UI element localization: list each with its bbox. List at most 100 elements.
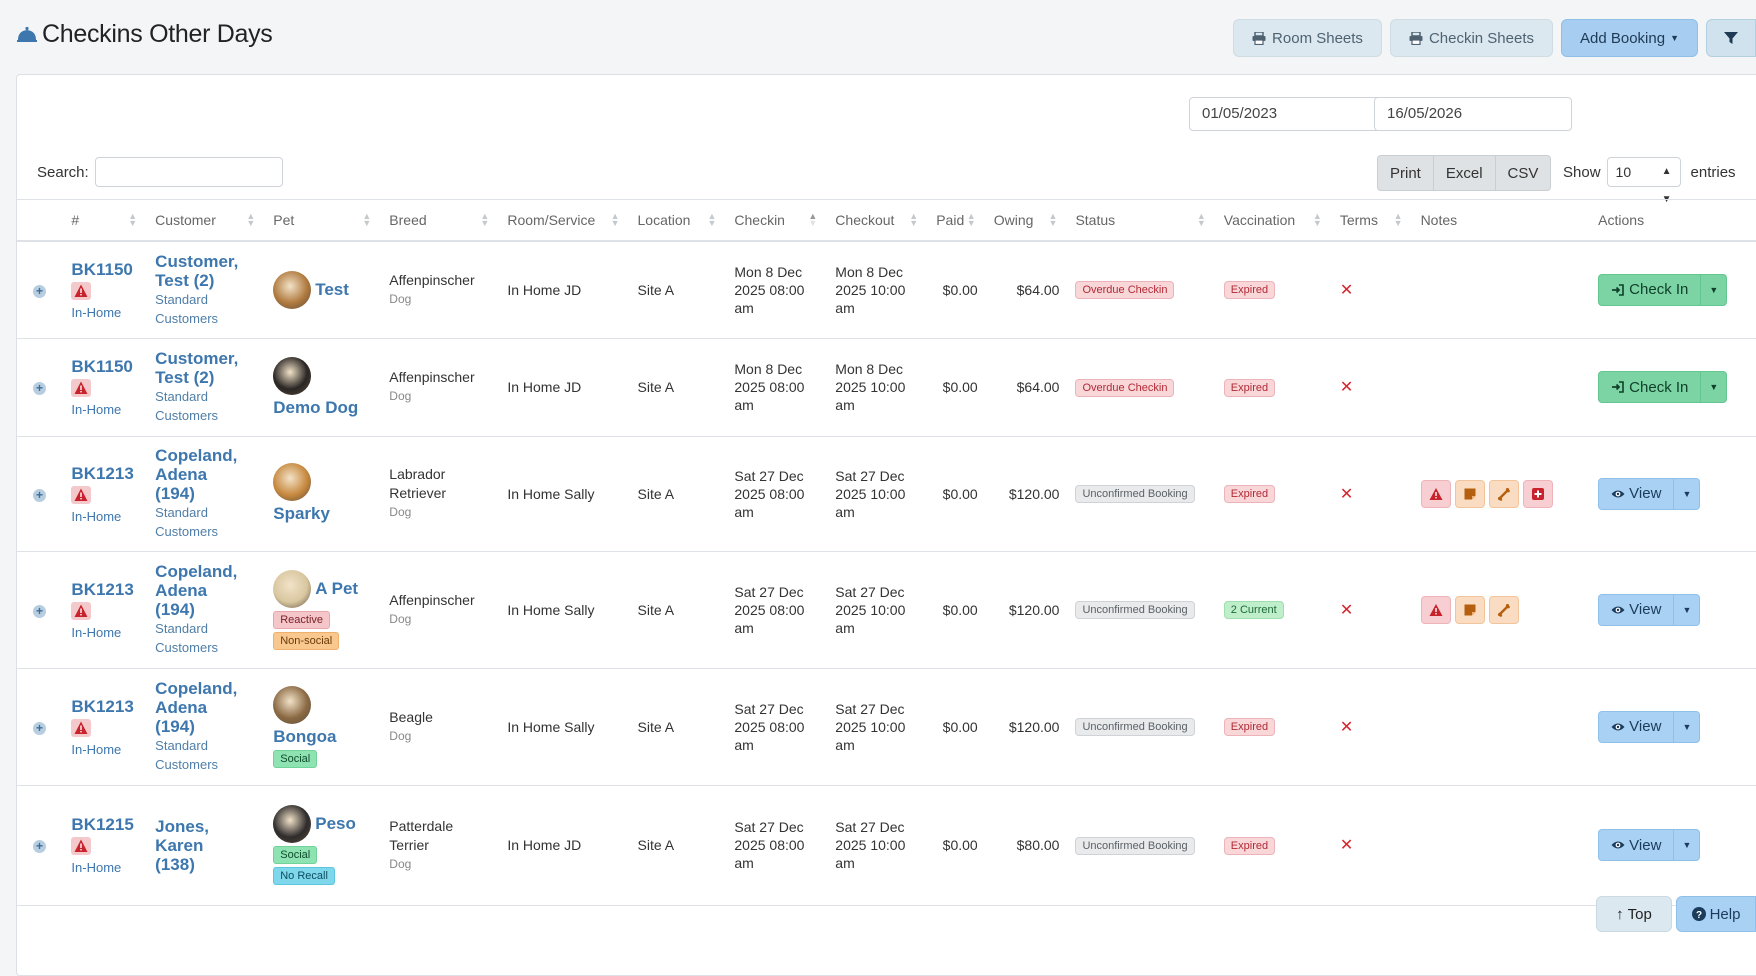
pet-name-link[interactable]: Sparky: [273, 504, 373, 524]
customer-name-link[interactable]: Jones,: [155, 817, 257, 836]
pet-avatar[interactable]: [273, 805, 312, 843]
alert-note-icon[interactable]: [1420, 595, 1451, 624]
action-dropdown-button[interactable]: ▼: [1674, 829, 1701, 861]
col-terms[interactable]: Terms ▲ ▼: [1331, 199, 1413, 242]
csv-button[interactable]: CSV: [1494, 155, 1552, 191]
customer-name-link[interactable]: (138): [155, 855, 257, 874]
checkin-cell: Sat 27 Dec 2025 08:00 am: [726, 785, 828, 906]
view-button[interactable]: View: [1598, 829, 1675, 861]
expand-row-icon[interactable]: +: [33, 488, 46, 502]
view-button[interactable]: View: [1598, 710, 1675, 743]
customer-name-link[interactable]: Adena: [155, 698, 257, 717]
status-cell: Overdue Checkin: [1067, 241, 1216, 339]
col-vaccination[interactable]: Vaccination ▲ ▼: [1215, 199, 1332, 242]
col-id[interactable]: # ▲ ▼: [63, 199, 148, 242]
room-sheets-button[interactable]: Room Sheets: [1233, 19, 1382, 57]
col-room[interactable]: Room/Service ▲ ▼: [499, 199, 630, 242]
checkin-line: 2025 08:00: [734, 281, 805, 298]
pet-name-link[interactable]: Peso: [315, 814, 356, 834]
booking-id-link[interactable]: BK1150: [71, 357, 139, 377]
pet-avatar[interactable]: [273, 270, 312, 309]
booking-id-link[interactable]: BK1213: [71, 697, 139, 717]
breed-name: Beagle: [389, 708, 433, 725]
pet-top: [273, 463, 373, 501]
search-input[interactable]: [94, 157, 283, 187]
customer-name-link[interactable]: (194): [155, 484, 257, 503]
help-button[interactable]: ? Help: [1676, 896, 1756, 932]
expand-row-icon[interactable]: +: [33, 721, 46, 735]
col-breed[interactable]: Breed ▲ ▼: [381, 199, 500, 242]
expand-row-icon[interactable]: +: [33, 284, 46, 298]
view-button[interactable]: View: [1598, 477, 1675, 510]
checkin-sheets-button[interactable]: Checkin Sheets: [1389, 19, 1553, 57]
customer-name-link[interactable]: Test (2): [155, 368, 257, 387]
booking-id-link[interactable]: BK1150: [71, 260, 139, 280]
customer-name-link[interactable]: (194): [155, 600, 257, 619]
note-note-icon[interactable]: [1454, 479, 1485, 508]
sign-in-icon: [1612, 283, 1624, 296]
action-dropdown-button[interactable]: ▼: [1674, 710, 1701, 743]
scroll-top-button[interactable]: ↑ Top: [1596, 896, 1672, 932]
pet-name-link[interactable]: Bongoa: [273, 727, 373, 747]
action-dropdown-button[interactable]: ▼: [1701, 371, 1728, 403]
view-button[interactable]: View: [1598, 593, 1675, 626]
col-location[interactable]: Location ▲ ▼: [629, 199, 727, 242]
customer-name-link[interactable]: Copeland,: [155, 679, 257, 698]
pet-avatar[interactable]: [273, 685, 312, 724]
customer-name-link[interactable]: Customer,: [155, 349, 257, 368]
checkin-sheets-label: Checkin Sheets: [1428, 29, 1534, 47]
booking-id-link[interactable]: BK1213: [71, 580, 139, 600]
filter-button[interactable]: [1706, 19, 1756, 57]
pet-name-link[interactable]: A Pet: [315, 579, 358, 599]
date-to-input[interactable]: 16/05/2026: [1374, 97, 1572, 131]
medical-note-icon[interactable]: [1522, 479, 1553, 508]
customer-name-link[interactable]: (194): [155, 717, 257, 736]
col-status[interactable]: Status ▲ ▼: [1067, 199, 1216, 242]
add-booking-button[interactable]: Add Booking ▼: [1561, 19, 1698, 57]
print-button[interactable]: Print: [1377, 155, 1434, 191]
customer-name-link[interactable]: Customer,: [155, 252, 257, 271]
pet-avatar[interactable]: [273, 463, 312, 501]
date-from-input[interactable]: 01/05/2023: [1189, 97, 1387, 131]
table-header-row: # ▲ ▼ Customer ▲ ▼ Pet ▲ ▼ Breed ▲ ▼ Room/Servic…: [17, 199, 1756, 242]
action-dropdown-button[interactable]: ▼: [1674, 477, 1701, 510]
pet-name-link[interactable]: Demo Dog: [273, 398, 373, 418]
pet-avatar[interactable]: [273, 356, 312, 395]
customer-name-link[interactable]: Karen: [155, 836, 257, 855]
location-cell: Site A: [629, 668, 727, 786]
customer-name-link[interactable]: Test (2): [155, 271, 257, 290]
bone-note-icon[interactable]: [1488, 595, 1519, 624]
col-checkout[interactable]: Checkout ▲ ▼: [827, 199, 929, 242]
alert-note-icon[interactable]: [1420, 479, 1451, 508]
action-dropdown-button[interactable]: ▼: [1701, 273, 1728, 306]
customer-name-link[interactable]: Adena: [155, 465, 257, 484]
col-paid[interactable]: Paid ▲ ▼: [928, 199, 986, 242]
col-checkin[interactable]: Checkin ▲ ▼: [726, 199, 828, 242]
pet-name-link[interactable]: Test: [315, 280, 349, 300]
sort-icon: ▲ ▼: [610, 211, 620, 228]
expand-row-icon[interactable]: +: [33, 840, 46, 853]
checkin-cell: Sat 27 Dec 2025 08:00 am: [726, 668, 828, 786]
note-icons: [1420, 479, 1583, 508]
expand-row-icon[interactable]: +: [33, 382, 46, 395]
pet-top: [273, 356, 373, 395]
table-row: + BK1150 In-Home Customer, Test (2) Standard C…: [17, 241, 1756, 339]
customer-name-link[interactable]: Copeland,: [155, 562, 257, 581]
col-pet[interactable]: Pet ▲ ▼: [265, 199, 382, 242]
check-in-button[interactable]: Check In: [1598, 371, 1702, 403]
bone-note-icon[interactable]: [1488, 479, 1519, 508]
col-owing[interactable]: Owing ▲ ▼: [985, 199, 1068, 242]
check-in-button[interactable]: Check In: [1598, 273, 1702, 306]
booking-id-link[interactable]: BK1215: [71, 815, 139, 835]
pet-avatar[interactable]: [273, 569, 312, 608]
action-dropdown-button[interactable]: ▼: [1674, 593, 1701, 626]
expand-row-icon[interactable]: +: [33, 604, 46, 618]
booking-id-link[interactable]: BK1213: [71, 464, 139, 484]
col-customer[interactable]: Customer ▲ ▼: [147, 199, 266, 242]
note-note-icon[interactable]: [1454, 595, 1485, 624]
customer-name-link[interactable]: Adena: [155, 581, 257, 600]
excel-button[interactable]: Excel: [1432, 155, 1496, 191]
page-length-select[interactable]: 10 ▲ ▼: [1606, 157, 1681, 205]
customer-name-link[interactable]: Copeland,: [155, 446, 257, 465]
terms-missing-icon: ✕: [1339, 718, 1354, 736]
